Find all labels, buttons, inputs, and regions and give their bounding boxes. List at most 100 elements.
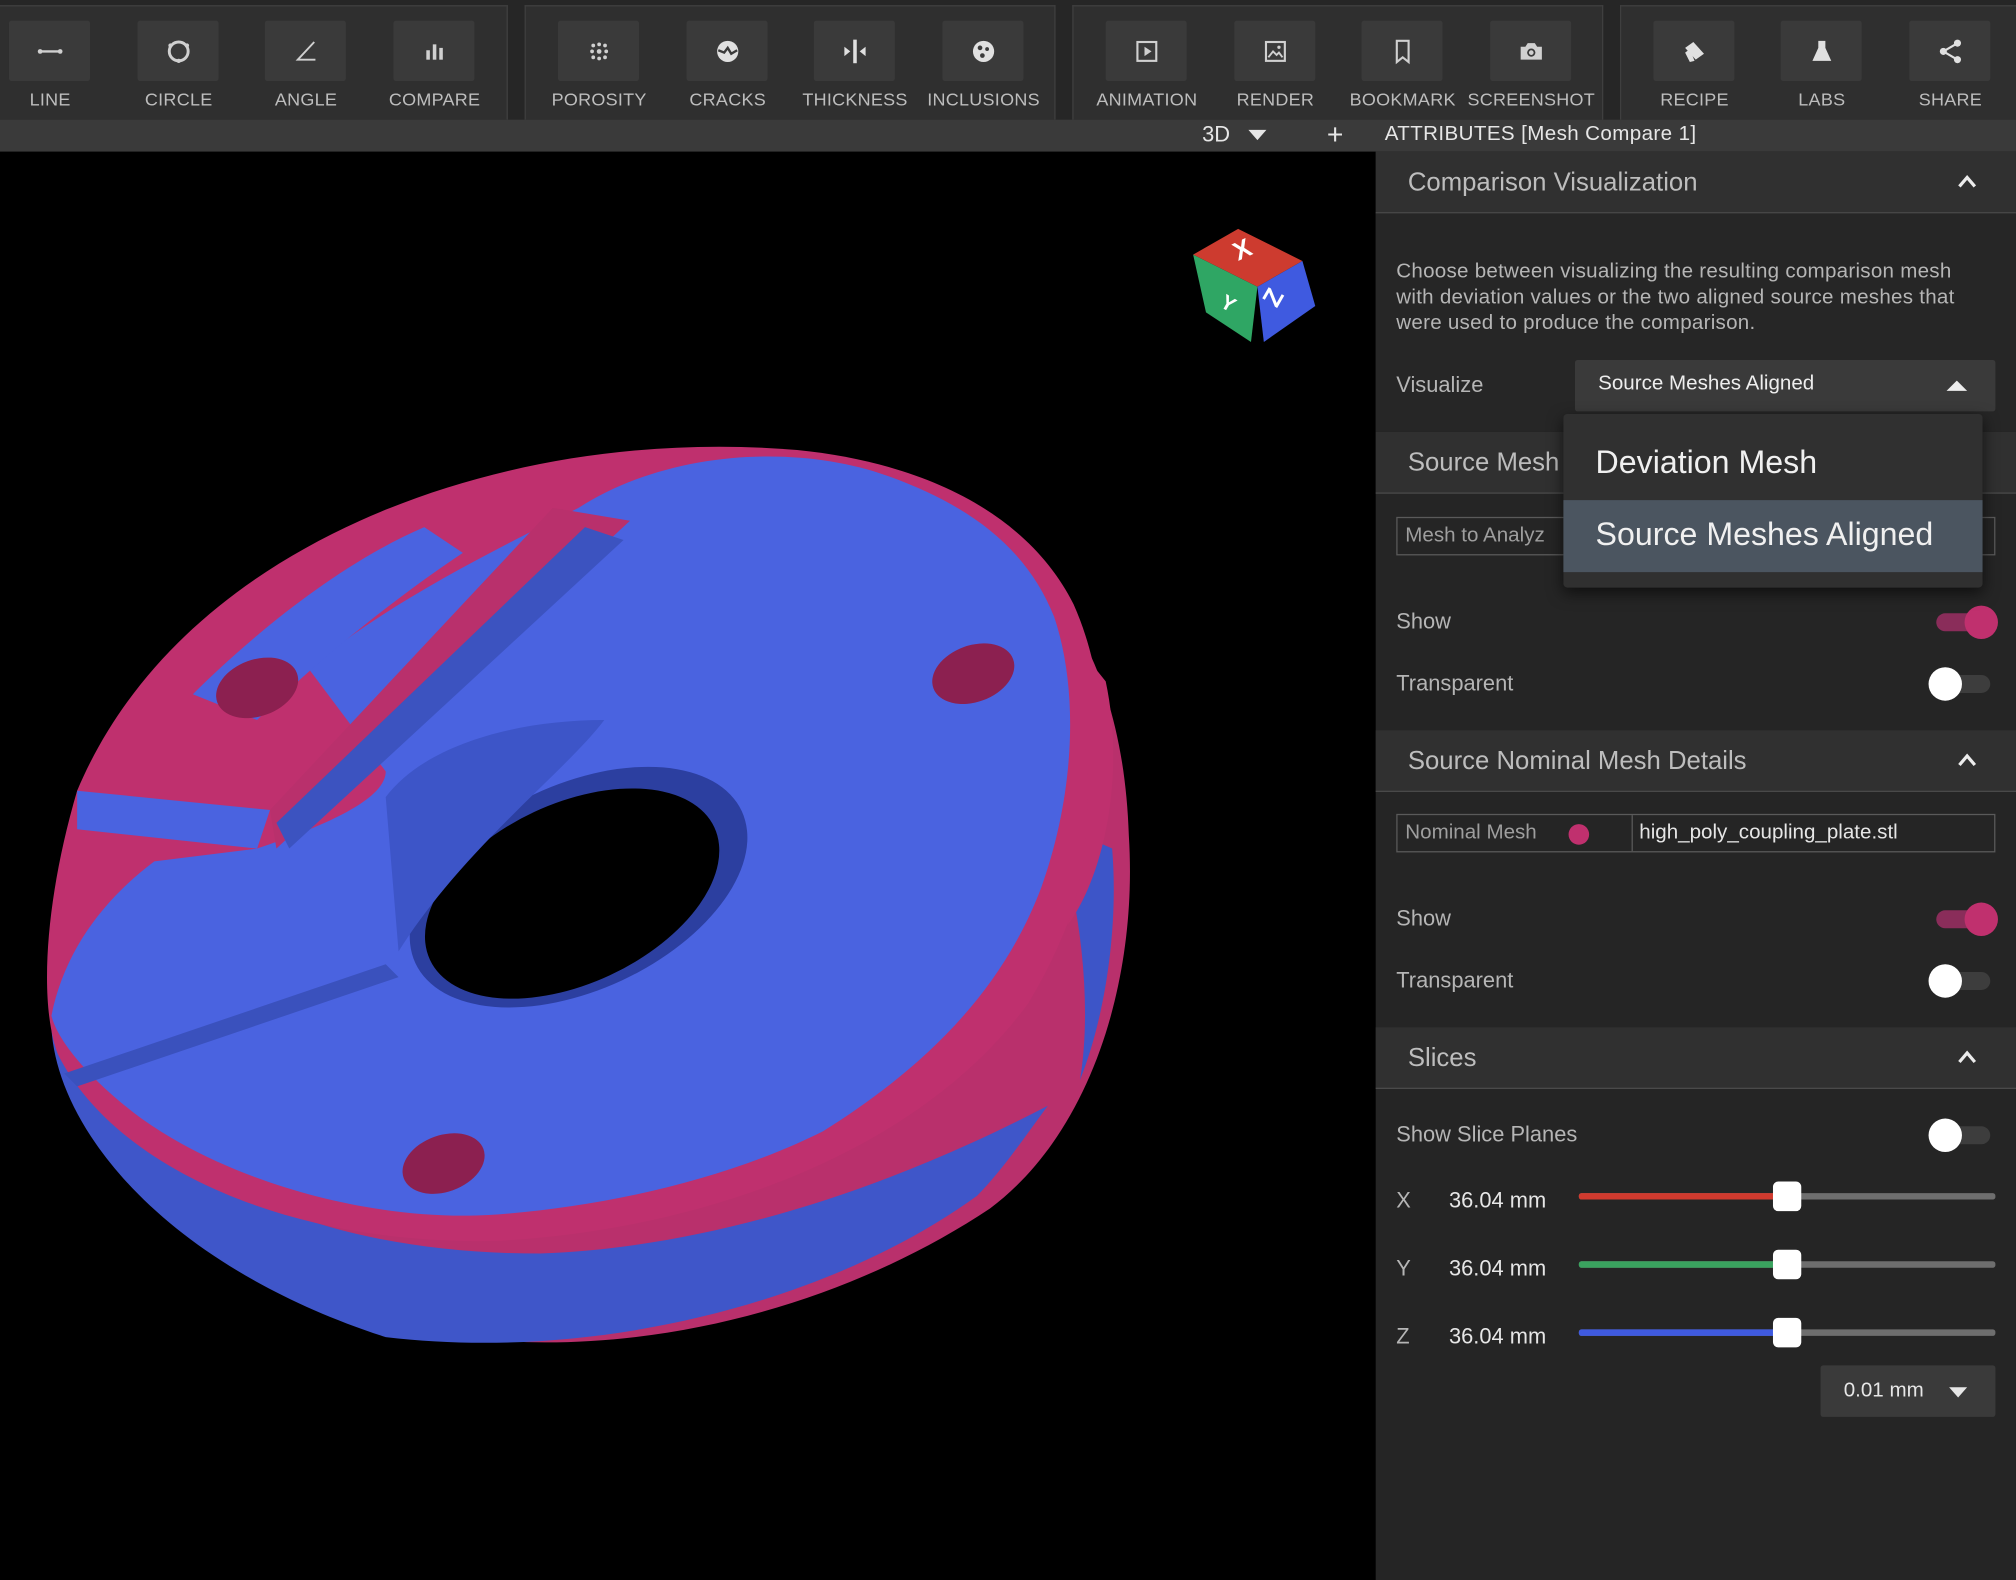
slice-x-value: 36.04 mm <box>1448 1187 1547 1213</box>
slider-thumb[interactable] <box>1772 1181 1802 1212</box>
comparison-description: Choose between visualizing the resulting… <box>1396 260 1955 335</box>
section-slices-header[interactable]: Slices <box>1375 1027 2016 1089</box>
chevron-up-icon[interactable] <box>1957 750 1978 771</box>
slice-y-slider[interactable] <box>1578 1249 1996 1280</box>
nominal-show-label: Show <box>1396 906 1451 931</box>
chevron-up-icon[interactable] <box>1957 1047 1978 1068</box>
toggle-knob <box>1928 1118 1962 1152</box>
nominal-show-toggle[interactable] <box>1936 902 1998 936</box>
source-transparent-toggle[interactable] <box>1928 667 1991 701</box>
render-icon <box>1264 40 1286 62</box>
cracks-icon <box>716 40 738 62</box>
attributes-panel: Comparison Visualization Choose between … <box>1375 151 2016 1580</box>
tool-porosity[interactable]: POROSITY <box>548 6 651 120</box>
porosity-icon <box>589 41 608 60</box>
mesh-to-analyze-label: Mesh to Analyz <box>1405 524 1545 547</box>
tool-labs[interactable]: LABS <box>1770 6 1873 120</box>
line-icon <box>37 48 62 54</box>
tool-bookmark[interactable]: BOOKMARK <box>1350 6 1455 120</box>
toggle-knob <box>1964 902 1998 936</box>
field-divider <box>1631 815 1633 852</box>
chevron-up-icon <box>1946 380 1968 391</box>
slice-z-value: 36.04 mm <box>1448 1324 1547 1349</box>
source-show-toggle[interactable] <box>1936 605 1998 639</box>
view-bar: 3D + ATTRIBUTES [Mesh Compare 1] <box>0 118 2016 152</box>
mesh-render <box>47 446 1130 1343</box>
show-slice-planes-toggle[interactable] <box>1928 1118 1991 1152</box>
slice-y-axis: Y <box>1396 1256 1411 1281</box>
compare-icon <box>425 43 443 60</box>
chevron-down-icon <box>1949 1387 1968 1398</box>
inclusions-icon <box>972 40 994 62</box>
output-tool-group: ANIMATION RENDER BOOKMARK SCREENSHOT <box>1072 5 1604 120</box>
nominal-transparent-toggle[interactable] <box>1928 964 1991 998</box>
slice-step-value: 0.01 mm <box>1843 1379 1924 1402</box>
nominal-mesh-label: Nominal Mesh <box>1405 821 1537 844</box>
view-mode-value: 3D <box>1202 122 1231 147</box>
tool-cracks[interactable]: CRACKS <box>676 6 779 120</box>
visualize-select[interactable]: Source Meshes Aligned <box>1574 359 1996 412</box>
slider-thumb[interactable] <box>1772 1317 1802 1348</box>
slider-fill <box>1578 1193 1788 1200</box>
show-slice-planes-label: Show Slice Planes <box>1396 1122 1578 1147</box>
circle-icon <box>167 39 189 63</box>
3d-viewport[interactable]: X Y Z <box>0 151 1376 1580</box>
tool-animation[interactable]: ANIMATION <box>1095 6 1198 120</box>
toggle-knob <box>1928 964 1962 998</box>
view-mode-select[interactable]: 3D <box>1202 122 1267 148</box>
section-title: Slices <box>1407 1043 1477 1073</box>
chevron-up-icon[interactable] <box>1957 171 1978 192</box>
thickness-icon <box>843 38 865 63</box>
attributes-title: ATTRIBUTES [Mesh Compare 1] <box>1384 123 1697 146</box>
plus-icon: + <box>1326 118 1344 151</box>
slider-thumb[interactable] <box>1772 1249 1802 1280</box>
dropdown-option-deviation-mesh[interactable]: Deviation Mesh <box>1563 428 1982 500</box>
tool-circle[interactable]: CIRCLE <box>127 6 230 120</box>
toggle-knob <box>1928 667 1962 701</box>
slice-z-slider[interactable] <box>1578 1317 1996 1348</box>
slice-x-slider[interactable] <box>1578 1181 1996 1212</box>
extras-tool-group: RECIPE LABS SHARE <box>1619 5 2016 120</box>
slider-fill <box>1578 1329 1788 1336</box>
tool-render[interactable]: RENDER <box>1224 6 1327 120</box>
camera-icon <box>1520 42 1542 60</box>
toolbar: LINE CIRCLE ANGLE COMPARE POROSITY CRACK… <box>0 0 2016 120</box>
color-swatch[interactable] <box>1568 824 1590 845</box>
section-nominal-header[interactable]: Source Nominal Mesh Details <box>1375 730 2016 792</box>
source-transparent-label: Transparent <box>1396 671 1514 696</box>
section-title: Source Nominal Mesh Details <box>1407 746 1747 776</box>
tool-screenshot[interactable]: SCREENSHOT <box>1467 6 1595 120</box>
chevron-down-icon <box>1248 129 1267 141</box>
visualize-label: Visualize <box>1396 372 1484 398</box>
section-title: Source Mesh <box>1407 448 1560 477</box>
recipe-icon <box>1684 41 1704 62</box>
tool-inclusions[interactable]: INCLUSIONS <box>927 6 1040 120</box>
tool-thickness[interactable]: THICKNESS <box>802 6 907 120</box>
dropdown-option-source-meshes-aligned[interactable]: Source Meshes Aligned <box>1563 500 1983 573</box>
nominal-mesh-field[interactable]: Nominal Mesh high_poly_coupling_plate.st… <box>1396 813 1996 853</box>
section-comparison-header[interactable]: Comparison Visualization <box>1375 151 2016 214</box>
slice-step-select[interactable]: 0.01 mm <box>1820 1365 1996 1417</box>
source-show-label: Show <box>1396 609 1451 634</box>
nominal-mesh-filename: high_poly_coupling_plate.stl <box>1639 821 1898 844</box>
tool-share[interactable]: SHARE <box>1899 6 2002 120</box>
measure-tool-group: LINE CIRCLE ANGLE COMPARE <box>0 5 508 120</box>
app-root: LINE CIRCLE ANGLE COMPARE POROSITY CRACK… <box>0 0 2016 1580</box>
tool-angle[interactable]: ANGLE <box>255 6 358 120</box>
tool-recipe[interactable]: RECIPE <box>1643 6 1746 120</box>
add-button[interactable]: + <box>1326 118 1344 151</box>
angle-icon <box>294 40 315 60</box>
slice-y-value: 36.04 mm <box>1448 1256 1547 1281</box>
visualize-dropdown-menu: Deviation Mesh Source Meshes Aligned <box>1563 413 1983 588</box>
tool-line[interactable]: LINE <box>0 6 102 120</box>
slice-z-axis: Z <box>1396 1324 1410 1349</box>
visualize-value: Source Meshes Aligned <box>1598 372 1815 395</box>
toggle-knob <box>1964 605 1998 639</box>
bookmark-icon <box>1395 39 1410 64</box>
slice-x-axis: X <box>1396 1187 1411 1213</box>
share-icon <box>1939 38 1961 63</box>
tool-compare[interactable]: COMPARE <box>383 6 486 120</box>
orientation-cube[interactable]: X Y Z <box>1180 203 1321 344</box>
slider-fill <box>1578 1261 1788 1268</box>
section-title: Comparison Visualization <box>1407 168 1698 197</box>
